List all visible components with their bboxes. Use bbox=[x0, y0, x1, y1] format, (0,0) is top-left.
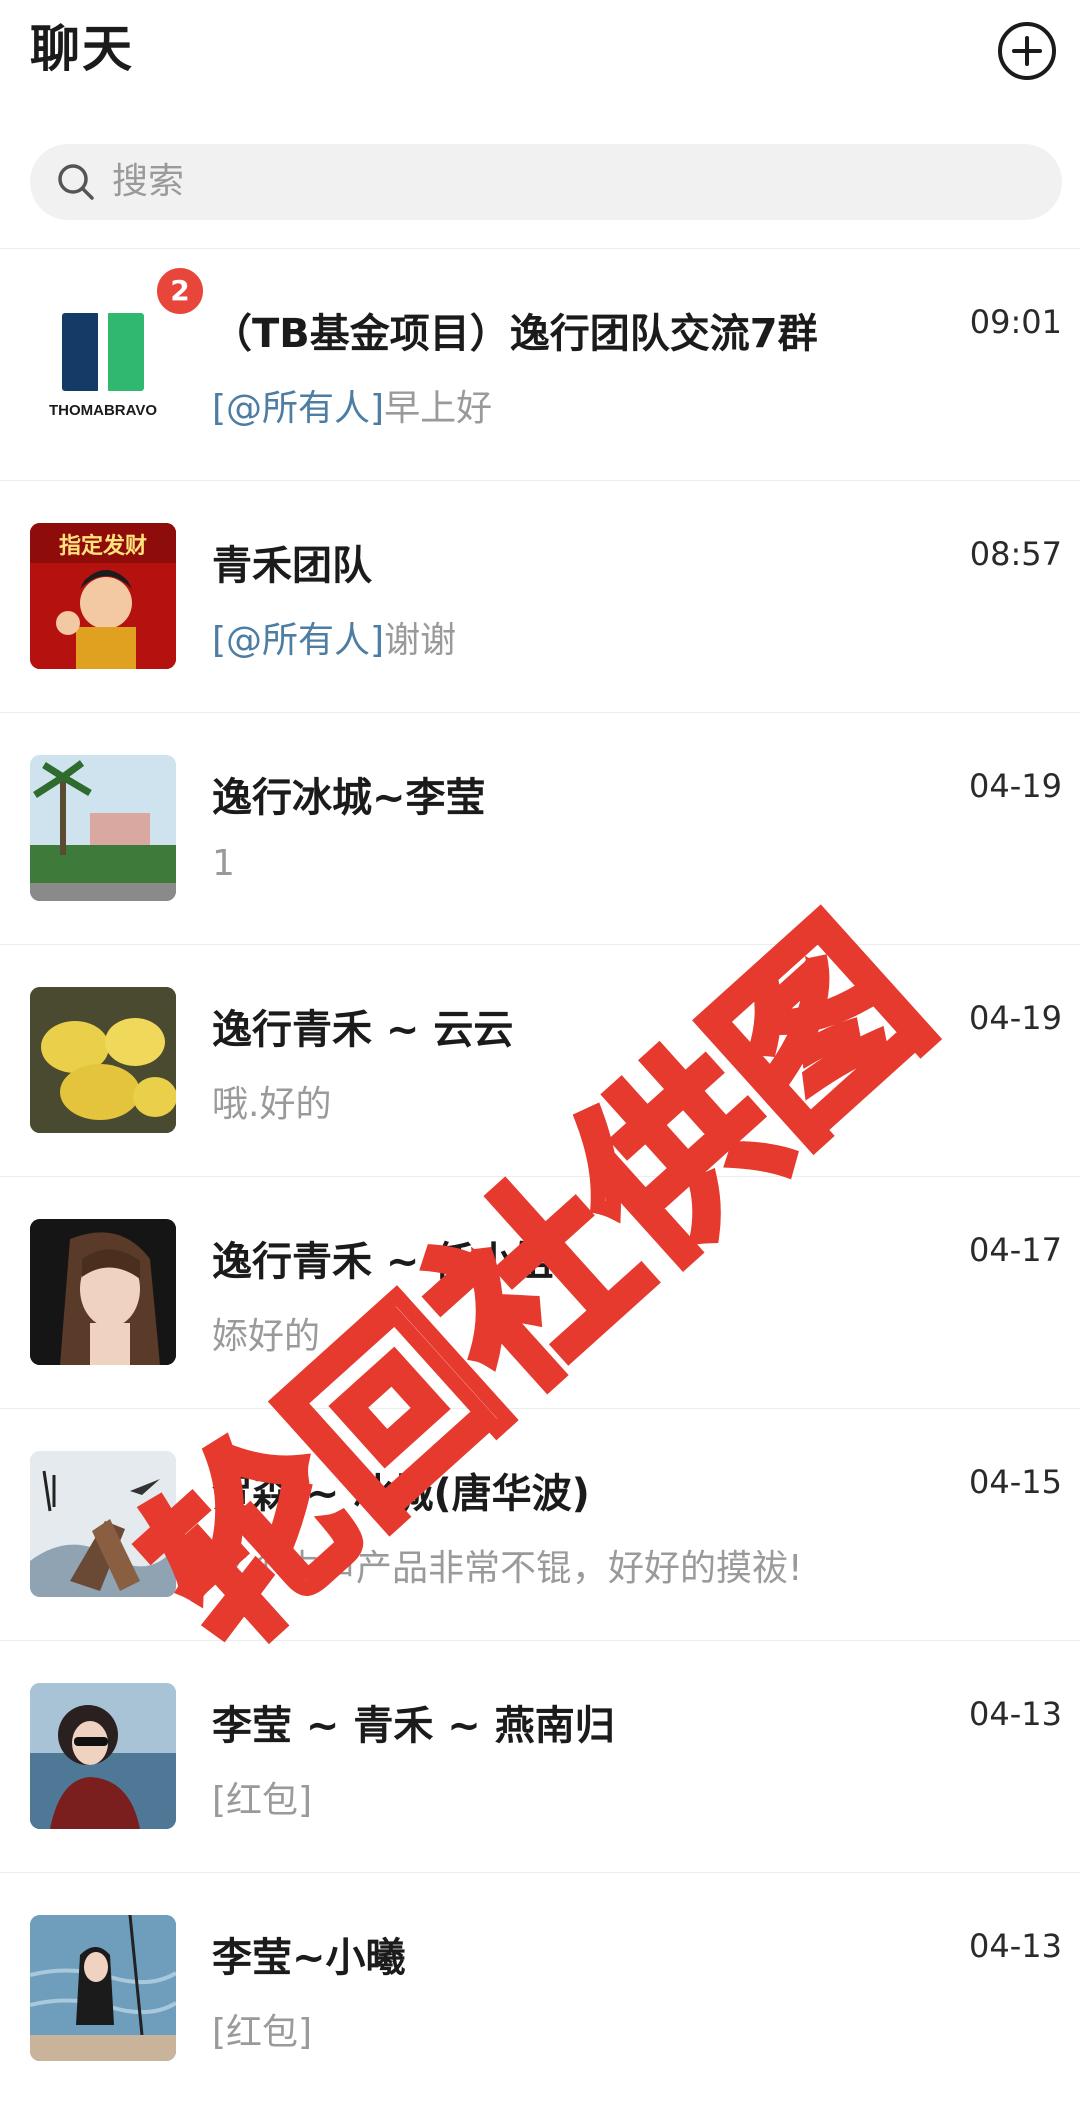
chat-row[interactable]: THOMABRAVO 2 （TB基金项目）逸行团队交流7群 09:01 [@所有… bbox=[0, 248, 1080, 480]
mention-tag: [@所有人] bbox=[212, 388, 385, 429]
chat-name: 贺森 ~ 冰城(唐华波) bbox=[212, 1471, 590, 1517]
avatar bbox=[30, 1451, 176, 1597]
fortune-god-image: 指定发财 bbox=[30, 523, 176, 669]
girl-sea-image bbox=[30, 1683, 176, 1829]
preview-text: 早上好 bbox=[384, 388, 493, 429]
chat-time: 04-13 bbox=[969, 1695, 1062, 1733]
chat-row[interactable]: 贺森 ~ 冰城(唐华波) 04-15 这个生声产品非常不锟，好好的摸祓! bbox=[0, 1408, 1080, 1640]
chat-name: 逸行冰城~李莹 bbox=[212, 775, 486, 821]
chat-row[interactable]: 逸行青禾 ~ 任小姐 04-17 婖好的 bbox=[0, 1176, 1080, 1408]
preview-text: 谢谢 bbox=[384, 620, 457, 661]
chat-preview: [@所有人]早上好 bbox=[212, 379, 492, 431]
chat-preview: 1 bbox=[212, 843, 235, 884]
search-input[interactable]: 搜索 bbox=[112, 144, 184, 220]
chat-name: （TB基金项目）逸行团队交流7群 bbox=[212, 311, 818, 357]
chat-row[interactable]: 李莹 ~ 青禾 ~ 燕南归 04-13 [红包] bbox=[0, 1640, 1080, 1872]
chat-name: 逸行青禾 ~ 任小姐 bbox=[212, 1239, 554, 1285]
chat-preview: [红包] bbox=[212, 2012, 313, 2053]
palm-building-image bbox=[30, 755, 176, 901]
chat-name: 李莹 ~ 青禾 ~ 燕南归 bbox=[212, 1703, 615, 1749]
avatar: 指定发财 bbox=[30, 523, 176, 669]
chat-name: 逸行青禾 ~ 云云 bbox=[212, 1007, 514, 1053]
chat-time: 04-13 bbox=[969, 1927, 1062, 1965]
chat-row[interactable]: 逸行冰城~李莹 04-19 1 bbox=[0, 712, 1080, 944]
avatar bbox=[30, 755, 176, 901]
woman-portrait-image bbox=[30, 1219, 176, 1365]
avatar bbox=[30, 987, 176, 1133]
chat-preview: 婖好的 bbox=[212, 1316, 321, 1357]
girl-fishing-image bbox=[30, 1915, 176, 2061]
avatar-logo-text: THOMABRAVO bbox=[49, 402, 157, 419]
plus-circle-icon[interactable] bbox=[996, 20, 1058, 82]
chat-time: 04-19 bbox=[969, 767, 1062, 805]
chat-row[interactable]: 李莹~小曦 04-13 [红包] bbox=[0, 1872, 1080, 2104]
page-title: 聊天 bbox=[30, 20, 134, 78]
group-logo-image: THOMABRAVO bbox=[30, 291, 176, 437]
avatar: THOMABRAVO bbox=[30, 291, 176, 437]
chat-name: 李莹~小曦 bbox=[212, 1935, 406, 1981]
chat-row[interactable]: 逸行青禾 ~ 云云 04-19 哦.好的 bbox=[0, 944, 1080, 1176]
durian-fruit-image bbox=[30, 987, 176, 1133]
app-header: 聊天 bbox=[0, 0, 1080, 120]
handshake-image bbox=[30, 1451, 176, 1597]
avatar-caption: 指定发财 bbox=[59, 533, 147, 559]
chat-preview: 这个生声产品非常不锟，好好的摸祓! bbox=[212, 1548, 803, 1589]
avatar bbox=[30, 1219, 176, 1365]
chat-list: THOMABRAVO 2 （TB基金项目）逸行团队交流7群 09:01 [@所有… bbox=[0, 248, 1080, 2104]
avatar bbox=[30, 1683, 176, 1829]
chat-preview: [@所有人]谢谢 bbox=[212, 611, 456, 663]
unread-badge: 2 bbox=[154, 265, 206, 317]
chat-preview: 哦.好的 bbox=[212, 1084, 332, 1125]
chat-preview: [红包] bbox=[212, 1780, 313, 1821]
chat-row[interactable]: 指定发财 青禾团队 08:57 [@所有人]谢谢 bbox=[0, 480, 1080, 712]
chat-time: 09:01 bbox=[969, 303, 1062, 341]
mention-tag: [@所有人] bbox=[212, 620, 385, 661]
chat-time: 08:57 bbox=[969, 535, 1062, 573]
avatar bbox=[30, 1915, 176, 2061]
chat-time: 04-19 bbox=[969, 999, 1062, 1037]
chat-time: 04-17 bbox=[969, 1231, 1062, 1269]
search-icon bbox=[58, 164, 94, 200]
search-bar[interactable]: 搜索 bbox=[30, 144, 1062, 220]
chat-time: 04-15 bbox=[969, 1463, 1062, 1501]
chat-name: 青禾团队 bbox=[212, 543, 372, 589]
